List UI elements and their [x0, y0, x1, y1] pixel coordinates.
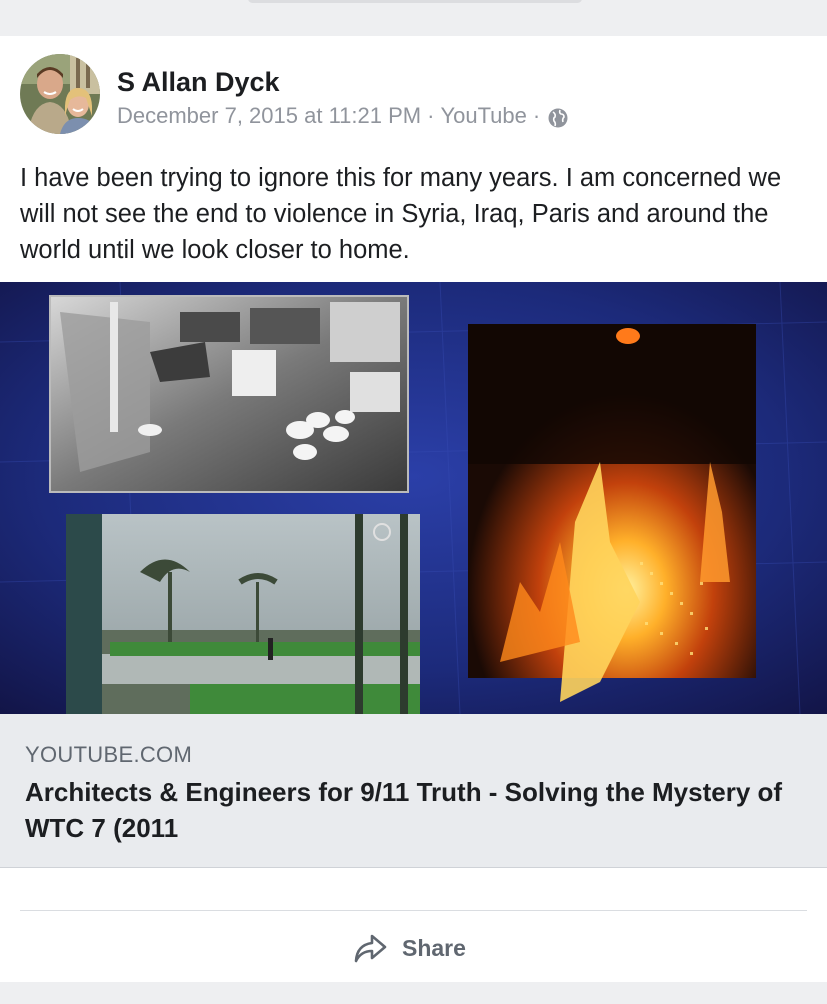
link-domain: YOUTUBE.COM — [25, 742, 193, 767]
top-handle — [248, 0, 582, 3]
post-header: S Allan Dyck December 7, 2015 at 11:21 P… — [20, 54, 568, 138]
share-arrow-icon — [352, 930, 388, 966]
post-timestamp[interactable]: December 7, 2015 at 11:21 PM — [117, 101, 421, 131]
post-source[interactable]: YouTube — [440, 101, 526, 131]
post-card: S Allan Dyck December 7, 2015 at 11:21 P… — [0, 36, 827, 982]
separator: · — [427, 103, 435, 128]
post-text: I have been trying to ignore this for ma… — [20, 164, 782, 264]
post-meta: S Allan Dyck December 7, 2015 at 11:21 P… — [117, 66, 568, 131]
separator: · — [532, 103, 541, 128]
author-name[interactable]: S Allan Dyck — [117, 66, 568, 98]
video-thumbnail-image — [0, 282, 827, 714]
share-button[interactable]: Share — [352, 926, 466, 970]
globe-icon[interactable] — [548, 106, 568, 128]
avatar[interactable] — [20, 54, 100, 134]
avatar-photo — [20, 54, 100, 134]
link-preview[interactable]: YOUTUBE.COM Architects & Engineers for 9… — [0, 714, 827, 868]
link-title[interactable]: Architects & Engineers for 9/11 Truth - … — [25, 774, 805, 846]
video-thumbnail[interactable] — [0, 282, 827, 714]
post-subline: December 7, 2015 at 11:21 PM · YouTube · — [117, 101, 568, 131]
share-label: Share — [402, 934, 466, 961]
action-divider — [20, 910, 807, 911]
